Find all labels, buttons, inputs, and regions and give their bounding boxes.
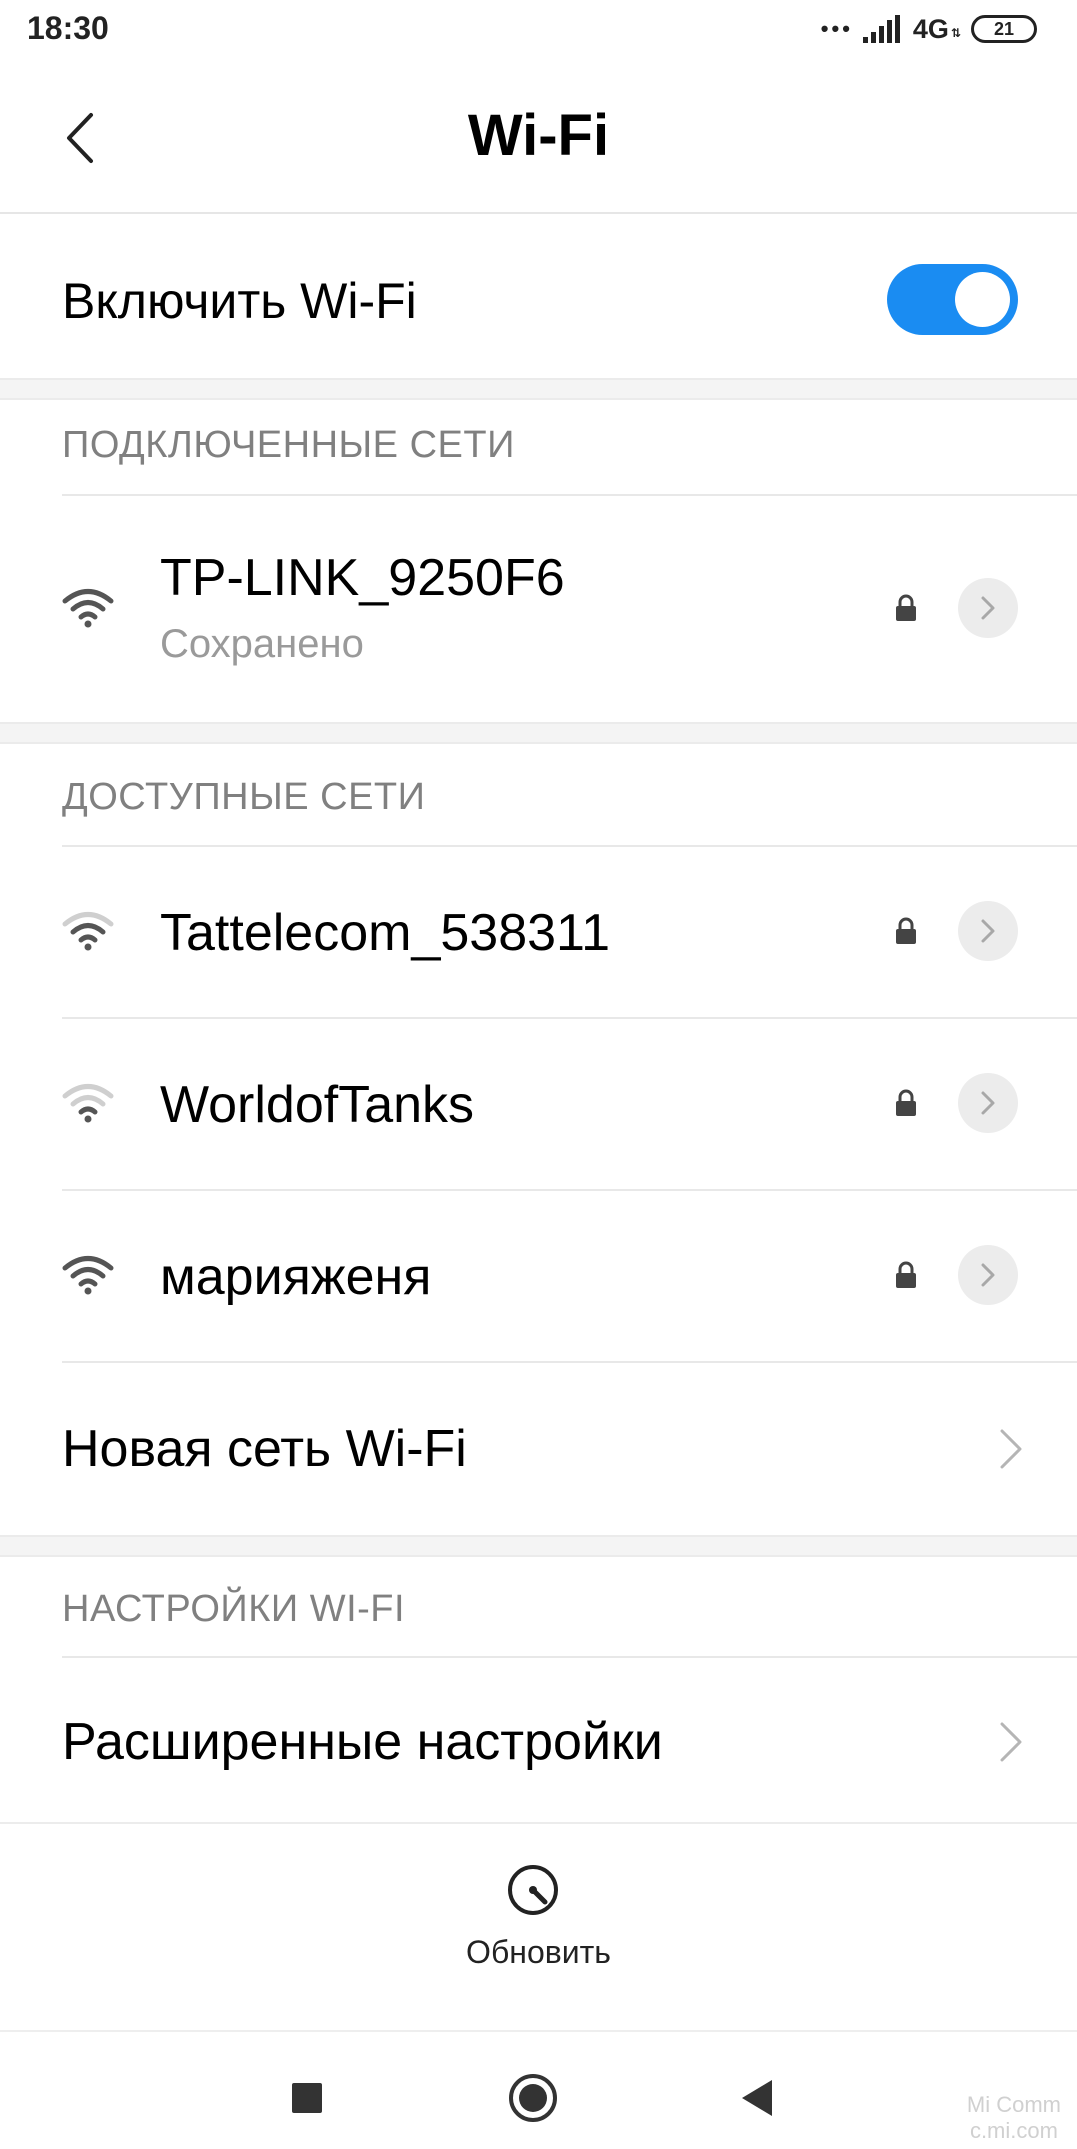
status-time: 18:30 bbox=[27, 10, 109, 46]
refresh-button[interactable]: Обновить bbox=[0, 1862, 1077, 1972]
triangle-back-icon bbox=[742, 2080, 772, 2116]
connected-network-row[interactable]: TP-LINK_9250F6 Сохранено bbox=[0, 496, 1077, 722]
network-details-button[interactable] bbox=[958, 1245, 1018, 1305]
network-details-button[interactable] bbox=[958, 901, 1018, 961]
chevron-right-icon bbox=[1000, 1722, 1022, 1762]
section-header-available: ДОСТУПНЫЕ СЕТИ bbox=[62, 776, 426, 818]
chevron-right-icon bbox=[981, 1091, 995, 1115]
network-type: 4G ⇅ bbox=[913, 14, 961, 45]
signal-strength-icon bbox=[862, 15, 900, 43]
network-name: WorldofTanks bbox=[160, 1076, 475, 1134]
network-name: марияженя bbox=[160, 1248, 432, 1306]
advanced-settings-label: Расширенные настройки bbox=[62, 1713, 663, 1771]
section-header-settings: НАСТРОЙКИ WI-FI bbox=[62, 1588, 406, 1630]
lock-icon bbox=[896, 594, 916, 621]
status-icons: ••• 4G ⇅ 21 bbox=[821, 12, 1037, 46]
add-network-row[interactable]: Новая сеть Wi-Fi bbox=[0, 1363, 1077, 1535]
wifi-toggle-switch[interactable] bbox=[887, 264, 1018, 335]
navigation-bar: Mi Comm c.mi.com bbox=[0, 2030, 1077, 2149]
network-name: TP-LINK_9250F6 bbox=[160, 549, 565, 607]
wifi-signal-weak-icon bbox=[62, 1084, 114, 1123]
back-nav-button[interactable] bbox=[727, 2070, 787, 2126]
advanced-settings-row[interactable]: Расширенные настройки bbox=[0, 1658, 1077, 1824]
square-icon bbox=[292, 2083, 322, 2113]
wifi-toggle-label: Включить Wi-Fi bbox=[62, 273, 417, 329]
divider bbox=[0, 1822, 1077, 1824]
section-gap bbox=[0, 722, 1077, 744]
add-network-label: Новая сеть Wi-Fi bbox=[62, 1420, 467, 1478]
wifi-signal-medium-icon bbox=[62, 912, 114, 951]
chevron-right-icon bbox=[981, 919, 995, 943]
chevron-right-icon bbox=[1000, 1429, 1022, 1469]
watermark-line1: Mi Comm bbox=[966, 2092, 1061, 2117]
section-gap bbox=[0, 1535, 1077, 1557]
battery-icon: 21 bbox=[971, 15, 1037, 43]
watermark: Mi Comm c.mi.com bbox=[967, 2092, 1061, 2144]
refresh-label: Обновить bbox=[466, 1934, 611, 1970]
wifi-signal-full-icon bbox=[62, 589, 114, 628]
wifi-signal-full-icon bbox=[62, 1256, 114, 1295]
lock-icon bbox=[896, 1089, 916, 1116]
chevron-right-icon bbox=[981, 1263, 995, 1287]
battery-level: 21 bbox=[993, 18, 1015, 39]
recent-apps-button[interactable] bbox=[277, 2070, 337, 2126]
network-details-button[interactable] bbox=[958, 1073, 1018, 1133]
home-button[interactable] bbox=[503, 2070, 563, 2126]
network-details-button[interactable] bbox=[958, 578, 1018, 638]
chevron-right-icon bbox=[981, 596, 995, 620]
section-header-connected: ПОДКЛЮЧЕННЫЕ СЕТИ bbox=[62, 424, 515, 466]
home-circle-icon bbox=[509, 2074, 557, 2122]
app-header: Wi-Fi bbox=[0, 58, 1077, 214]
available-network-row[interactable]: WorldofTanks bbox=[0, 1019, 1077, 1189]
watermark-line2: c.mi.com bbox=[969, 2118, 1058, 2143]
status-bar: 18:30 ••• 4G ⇅ 21 bbox=[0, 0, 1077, 58]
lock-icon bbox=[896, 917, 916, 944]
network-type-label: 4G bbox=[912, 13, 949, 44]
page-title: Wi-Fi bbox=[467, 103, 610, 168]
data-activity-icon: ⇅ bbox=[950, 25, 961, 40]
network-name: Tattelecom_538311 bbox=[160, 904, 611, 962]
refresh-icon bbox=[508, 1865, 558, 1915]
available-network-row[interactable]: марияженя bbox=[0, 1191, 1077, 1361]
lock-icon bbox=[896, 1261, 916, 1288]
toggle-knob bbox=[955, 272, 1010, 327]
network-status: Сохранено bbox=[160, 622, 364, 666]
more-notifications-icon: ••• bbox=[820, 16, 853, 41]
available-network-row[interactable]: Tattelecom_538311 bbox=[0, 847, 1077, 1017]
section-gap bbox=[0, 378, 1077, 400]
